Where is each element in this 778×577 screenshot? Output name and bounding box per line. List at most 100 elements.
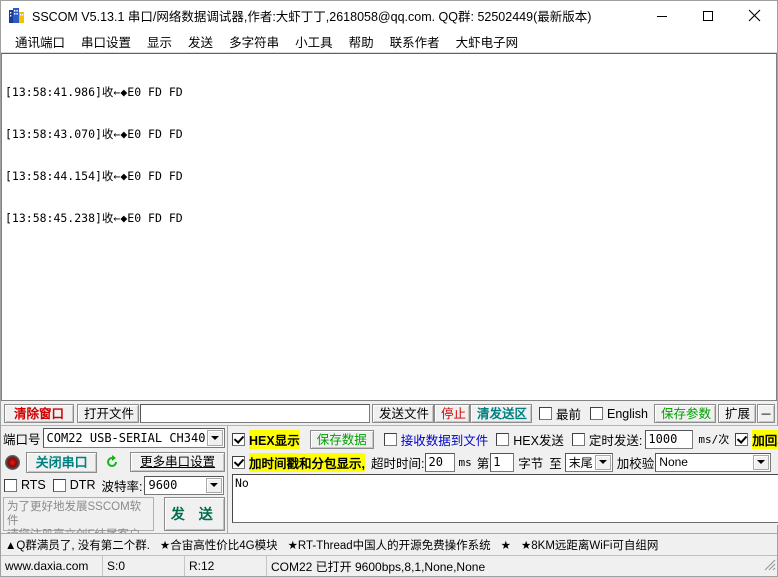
more-serial-settings-button[interactable]: 更多串口设置 (130, 452, 225, 472)
dtr-checkbox-box[interactable] (52, 478, 66, 492)
send-text-row: No (228, 473, 778, 525)
menu-item-help[interactable]: 帮助 (341, 30, 382, 53)
append-crlf-checkbox-box[interactable] (735, 432, 749, 446)
menu-item-contact-author[interactable]: 联系作者 (382, 30, 448, 53)
save-params-button[interactable]: 保存参数 (654, 404, 716, 423)
menu-item-tools[interactable]: 小工具 (287, 30, 341, 53)
port-select[interactable]: COM22 USB-SERIAL CH340 (42, 428, 225, 448)
chevron-down-icon[interactable] (753, 454, 770, 470)
extend-button[interactable]: 扩展 (718, 404, 756, 423)
byte-from-input[interactable]: 1 (490, 452, 515, 472)
maximize-button[interactable] (685, 1, 731, 30)
timestamp-pack-checkbox-box[interactable] (232, 455, 245, 469)
byte-to-select[interactable]: 末尾 (564, 452, 613, 472)
hex-send-label: HEX发送 (513, 433, 564, 448)
menu-item-display[interactable]: 显示 (139, 30, 180, 53)
timed-send-checkbox-box[interactable] (571, 432, 585, 446)
chevron-down-icon[interactable] (207, 430, 223, 446)
promo-send-row: 为了更好地发展SSCOM软件请您注册嘉立创F结尾客户 发 送 (1, 496, 227, 541)
timestamp-row: 加时间戳和分包显示, 超时时间: 20 ms 第 1 字节 至 末尾 加校验 N… (228, 450, 778, 473)
save-data-button[interactable]: 保存数据 (309, 429, 374, 449)
resize-grip-icon[interactable] (761, 556, 777, 576)
window-controls (639, 1, 777, 30)
close-port-button[interactable]: 关闭串口 (26, 451, 98, 473)
open-file-button[interactable]: 打开文件 (77, 404, 139, 423)
dtr-checkbox[interactable]: DTR (52, 478, 96, 492)
timed-send-checkbox[interactable]: 定时发送: (571, 430, 643, 449)
clear-send-area-button[interactable]: 清发送区 (469, 404, 532, 423)
menu-item-serial-settings[interactable]: 串口设置 (73, 30, 139, 53)
receive-log-panel[interactable]: [13:58:41.986]收←◆E0 FD FD [13:58:43.070]… (1, 53, 777, 401)
send-file-button[interactable]: 发送文件 (371, 404, 434, 423)
baud-rate-label: 波特率: (101, 479, 143, 494)
english-label: English (607, 406, 648, 421)
ad-item-wifi[interactable]: ★8KM远距离WiFi可自组网 (521, 537, 658, 553)
port-status-led-icon (5, 454, 20, 470)
timestamp-pack-checkbox[interactable]: 加时间戳和分包显示, (232, 452, 365, 472)
clear-window-button[interactable]: 清除窗口 (4, 404, 74, 423)
menu-item-send[interactable]: 发送 (180, 30, 221, 53)
topmost-checkbox-box[interactable] (538, 407, 552, 420)
menu-item-multi-string[interactable]: 多字符串 (221, 30, 287, 53)
timed-send-label: 定时发送: (588, 433, 643, 448)
ad-item-rt-thread[interactable]: ★RT-Thread中国人的开源免费操作系统 (288, 537, 491, 553)
timed-interval-input[interactable]: 1000 (645, 429, 694, 449)
append-crlf-checkbox[interactable]: 加回车换行 (735, 429, 778, 449)
close-button[interactable] (731, 1, 777, 30)
recv-to-file-checkbox-box[interactable] (383, 432, 397, 446)
send-text-area[interactable]: No (232, 474, 778, 523)
topmost-label: 最前 (555, 408, 581, 422)
status-website[interactable]: www.daxia.com (1, 556, 103, 576)
registration-promo-text: 为了更好地发展SSCOM软件请您注册嘉立创F结尾客户 (3, 497, 154, 541)
window-title: SSCOM V5.13.1 串口/网络数据调试器,作者:大虾丁丁,2618058… (32, 10, 592, 24)
port-control-row: 关闭串口 更多串口设置 (1, 449, 227, 474)
byte-label: 字节 (518, 456, 544, 471)
menu-item-daxia-website[interactable]: 大虾电子网 (448, 30, 527, 53)
recv-to-file-checkbox[interactable]: 接收数据到文件 (383, 430, 488, 449)
file-toolbar: 清除窗口 打开文件 发送文件 停止 清发送区 最前 English 保存参数 扩… (1, 401, 777, 425)
byte-to-label: 至 (549, 456, 562, 471)
chevron-down-icon[interactable] (594, 454, 611, 470)
port-settings-column: 端口号 COM22 USB-SERIAL CH340 关闭串口 更多串口设置 R… (1, 426, 227, 541)
english-checkbox-box[interactable] (590, 407, 603, 420)
ad-item-qq-group[interactable]: ▲Q群满员了, 没有第二个群. (5, 537, 150, 553)
send-button[interactable]: 发 送 (163, 497, 225, 531)
topmost-checkbox[interactable]: 最前 (538, 404, 581, 423)
chevron-down-icon[interactable] (206, 477, 223, 493)
checksum-select[interactable]: None (655, 452, 772, 472)
timeout-input[interactable]: 20 (425, 452, 456, 472)
rts-checkbox[interactable]: RTS (4, 478, 46, 492)
rts-checkbox-box[interactable] (4, 478, 17, 492)
file-path-input[interactable] (140, 404, 370, 423)
baud-rate-value: 9600 (148, 478, 178, 492)
collapse-button[interactable]: ─ (757, 404, 775, 423)
port-select-value: COM22 USB-SERIAL CH340 (46, 431, 206, 445)
app-logo-icon (9, 7, 25, 24)
hex-send-checkbox-box[interactable] (496, 432, 510, 446)
ad-item-star[interactable]: ★ (501, 538, 511, 552)
log-line: [13:58:44.154]收←◆E0 FD FD (5, 169, 183, 183)
advertisement-bar: ▲Q群满员了, 没有第二个群. ★合宙高性价比4G模块 ★RT-Thread中国… (1, 533, 777, 555)
hex-display-checkbox-box[interactable] (232, 432, 245, 446)
hex-send-checkbox[interactable]: HEX发送 (496, 430, 564, 449)
baud-rate-select[interactable]: 9600 (144, 475, 225, 495)
timed-unit-label: ms/次 (698, 433, 730, 446)
byte-to-value: 末尾 (568, 455, 593, 470)
timeout-label: 超时时间: (370, 456, 425, 471)
english-checkbox[interactable]: English (590, 407, 648, 421)
append-crlf-label: 加回车换行 (752, 429, 778, 449)
promo-line-1: 为了更好地发展SSCOM软件 (7, 501, 142, 527)
rts-label: RTS (21, 478, 46, 492)
status-connection-info: COM22 已打开 9600bps,8,1,None,None (271, 559, 486, 574)
ad-item-4g-module[interactable]: ★合宙高性价比4G模块 (160, 537, 278, 553)
stop-button[interactable]: 停止 (433, 404, 470, 423)
hex-display-checkbox[interactable]: HEX显示 (232, 429, 300, 449)
log-line: [13:58:45.238]收←◆E0 FD FD (5, 211, 183, 225)
flow-baud-row: RTS DTR 波特率: 9600 (1, 474, 227, 496)
dtr-label: DTR (69, 478, 96, 492)
refresh-icon[interactable] (104, 454, 120, 470)
status-received-count: R:12 (185, 556, 267, 576)
display-options-column: HEX显示 保存数据 接收数据到文件 HEX发送 定时发送: 1000 ms/次 (227, 426, 778, 533)
minimize-button[interactable] (639, 1, 685, 30)
menu-item-comm-port[interactable]: 通讯端口 (7, 30, 73, 53)
